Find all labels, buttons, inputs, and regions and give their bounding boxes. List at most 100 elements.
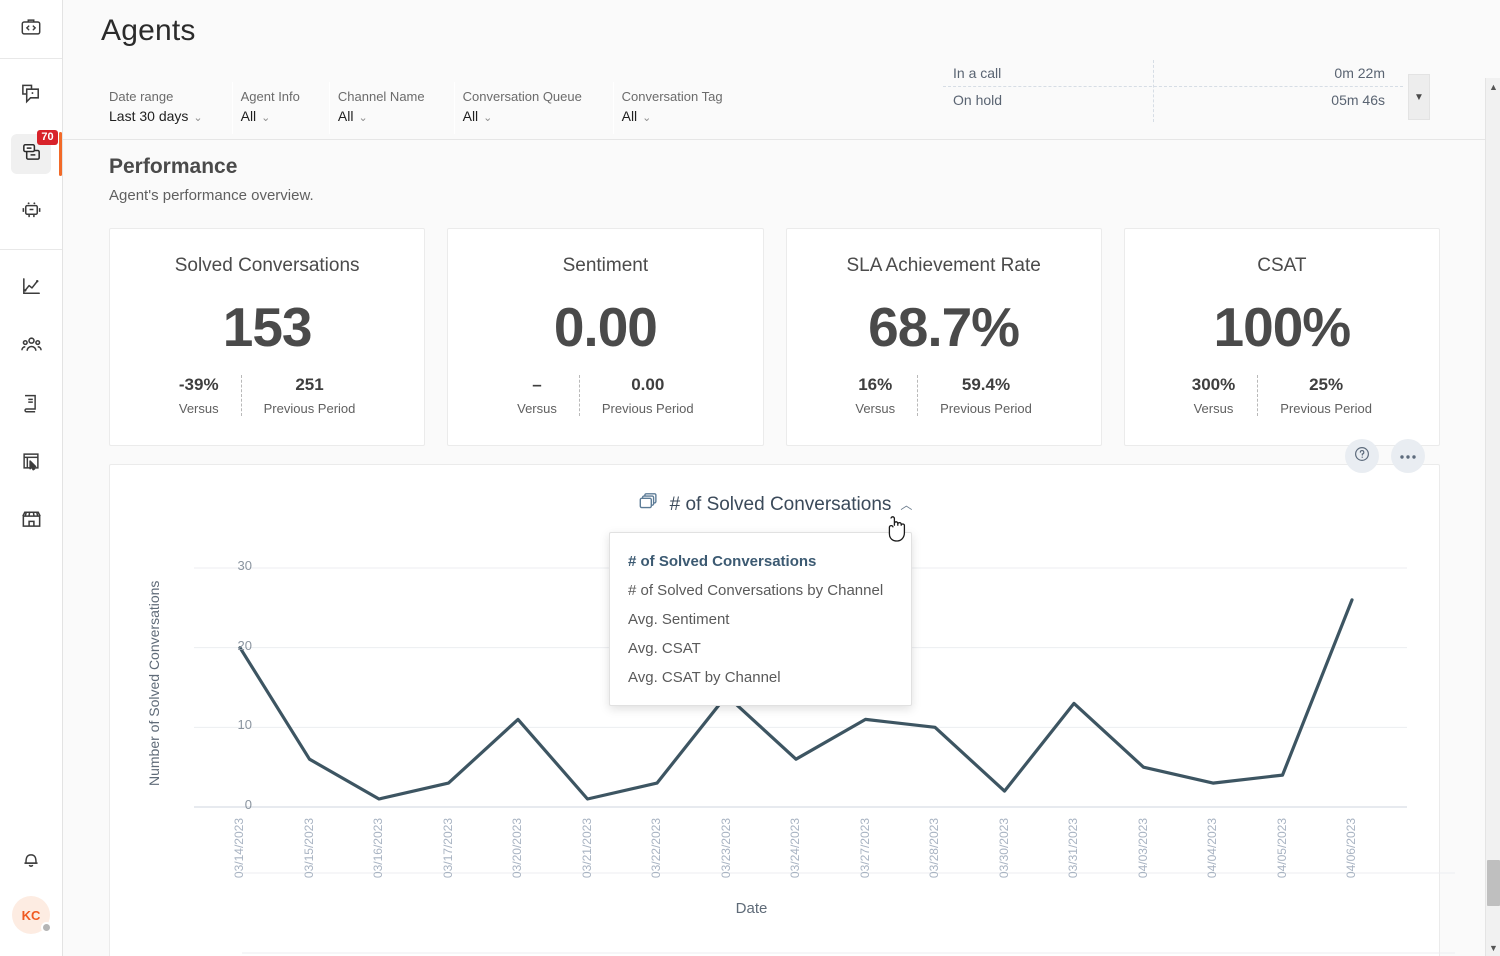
- kpi-title: CSAT: [1137, 255, 1427, 277]
- kpi-delta-caption: Versus: [179, 401, 219, 416]
- ellipsis-icon: [1398, 448, 1418, 465]
- section-subtitle: Agent's performance overview.: [109, 187, 1486, 204]
- report-cursor-icon: [20, 450, 42, 477]
- line-chart-icon: [20, 275, 43, 303]
- kpi-card-csat: CSAT 100% 300% Versus 25% Previous Perio…: [1124, 228, 1440, 446]
- sidebar-item-knowledge-base[interactable]: [11, 385, 51, 425]
- chart-x-tick: 03/20/2023: [510, 818, 524, 878]
- filter-conversation-queue[interactable]: Conversation Queue All⌄: [463, 82, 605, 134]
- kpi-card-list: Solved Conversations 153 -39% Versus 251…: [63, 204, 1486, 446]
- chat-copy-icon: [20, 82, 43, 110]
- app-root: 70: [0, 0, 1500, 956]
- sidebar-item-developer-tools[interactable]: [11, 9, 51, 49]
- chart-x-tick: 03/17/2023: [441, 818, 455, 878]
- kpi-previous-caption: Previous Period: [264, 401, 356, 416]
- kpi-previous-caption: Previous Period: [602, 401, 694, 416]
- question-circle-icon: [1353, 445, 1371, 467]
- kpi-footer: -39% Versus 251 Previous Period: [122, 375, 412, 416]
- filter-conversation-tag[interactable]: Conversation Tag All⌄: [622, 82, 744, 134]
- kpi-footer: 16% Versus 59.4% Previous Period: [799, 375, 1089, 416]
- kpi-previous: 0.00 Previous Period: [580, 375, 716, 416]
- filter-value: All⌄: [241, 106, 300, 128]
- page-scrollbar[interactable]: ▲ ▼: [1485, 78, 1500, 956]
- people-icon: [20, 333, 43, 361]
- filter-value-text: All: [622, 108, 638, 124]
- notifications-button[interactable]: [11, 841, 51, 881]
- chart-y-tick: 10: [224, 717, 252, 732]
- kpi-previous-caption: Previous Period: [1280, 401, 1372, 416]
- kpi-card-solved-conversations: Solved Conversations 153 -39% Versus 251…: [109, 228, 425, 446]
- filter-label: Date range: [109, 88, 203, 106]
- kpi-delta-value: -39%: [179, 375, 219, 395]
- bell-icon: [20, 848, 42, 875]
- chart-x-tick: 03/27/2023: [858, 818, 872, 878]
- filter-date-range[interactable]: Date range Last 30 days⌄: [109, 82, 224, 134]
- kpi-title: Solved Conversations: [122, 255, 412, 277]
- book-icon: [20, 392, 42, 419]
- page-title: Agents: [63, 0, 1500, 48]
- dropdown-option-avg-csat[interactable]: Avg. CSAT: [610, 634, 911, 663]
- chart-x-tick: 03/28/2023: [927, 818, 941, 878]
- storefront-icon: [20, 507, 43, 535]
- kpi-footer: 300% Versus 25% Previous Period: [1137, 375, 1427, 416]
- filter-bar: Date range Last 30 days⌄ Agent Info All⌄…: [63, 82, 1500, 140]
- chart-x-tick: 03/24/2023: [788, 818, 802, 878]
- metric-dropdown-menu[interactable]: # of Solved Conversations # of Solved Co…: [609, 532, 912, 706]
- kpi-delta-caption: Versus: [517, 401, 557, 416]
- sidebar-item-bots[interactable]: [11, 192, 51, 232]
- sidebar-item-team[interactable]: [11, 327, 51, 367]
- chevron-down-icon: ⌄: [261, 108, 270, 128]
- filter-divider: [613, 82, 614, 134]
- sidebar-group-main: 70: [0, 59, 62, 241]
- sidebar-item-analytics[interactable]: [11, 269, 51, 309]
- kpi-title: SLA Achievement Rate: [799, 255, 1089, 277]
- kpi-delta-caption: Versus: [855, 401, 895, 416]
- kpi-card-sentiment: Sentiment 0.00 – Versus 0.00 Previous Pe…: [447, 228, 763, 446]
- filter-value: All⌄: [463, 106, 584, 128]
- dropdown-option-avg-csat-by-channel[interactable]: Avg. CSAT by Channel: [610, 663, 911, 692]
- sidebar-item-inbox[interactable]: 70: [11, 134, 51, 174]
- chart-x-tick: 03/21/2023: [580, 818, 594, 878]
- avatar[interactable]: KC: [12, 896, 50, 934]
- chart-x-tick: 03/30/2023: [997, 818, 1011, 878]
- kpi-delta: 16% Versus: [833, 375, 917, 416]
- kpi-previous-caption: Previous Period: [940, 401, 1032, 416]
- filter-label: Conversation Queue: [463, 88, 584, 106]
- chart-x-tick: 04/04/2023: [1205, 818, 1219, 878]
- kpi-delta: 300% Versus: [1170, 375, 1257, 416]
- kpi-previous-value: 59.4%: [940, 375, 1032, 395]
- chart-x-tick: 03/15/2023: [302, 818, 316, 878]
- scrollbar-thumb[interactable]: [1487, 860, 1500, 906]
- sidebar-item-storefront[interactable]: [11, 501, 51, 541]
- filter-agent-info[interactable]: Agent Info All⌄: [241, 82, 321, 134]
- filter-value-text: All: [241, 108, 257, 124]
- filter-value-text: Last 30 days: [109, 108, 188, 124]
- filter-value: All⌄: [338, 106, 425, 128]
- filter-channel-name[interactable]: Channel Name All⌄: [338, 82, 446, 134]
- kpi-delta: – Versus: [495, 375, 579, 416]
- filter-value: Last 30 days⌄: [109, 106, 203, 128]
- kpi-delta-value: 300%: [1192, 375, 1235, 395]
- scroll-up-arrow-icon[interactable]: ▲: [1486, 78, 1500, 95]
- peek-row-label: In a call: [953, 65, 1001, 81]
- filter-label: Agent Info: [241, 88, 300, 106]
- filter-divider: [454, 82, 455, 134]
- chart-x-tick: 03/14/2023: [232, 818, 246, 878]
- chart-x-axis-title: Date: [63, 900, 1440, 917]
- filter-value-text: All: [338, 108, 354, 124]
- section-header: Performance Agent's performance overview…: [63, 141, 1486, 204]
- sidebar-item-reports[interactable]: [11, 443, 51, 483]
- scroll-down-arrow-icon[interactable]: ▼: [1486, 939, 1500, 956]
- dropdown-option-solved-conversations[interactable]: # of Solved Conversations: [610, 547, 911, 576]
- dropdown-option-avg-sentiment[interactable]: Avg. Sentiment: [610, 605, 911, 634]
- kpi-previous-value: 25%: [1280, 375, 1372, 395]
- sidebar-item-conversations[interactable]: [11, 76, 51, 116]
- kpi-previous: 25% Previous Period: [1258, 375, 1394, 416]
- robot-icon: [20, 198, 43, 226]
- kpi-delta-caption: Versus: [1192, 401, 1235, 416]
- kpi-delta: -39% Versus: [157, 375, 241, 416]
- code-briefcase-icon: [20, 16, 42, 43]
- inbox-badge: 70: [37, 130, 58, 145]
- chevron-down-icon: ⌄: [642, 108, 651, 128]
- dropdown-option-solved-conversations-by-channel[interactable]: # of Solved Conversations by Channel: [610, 576, 911, 605]
